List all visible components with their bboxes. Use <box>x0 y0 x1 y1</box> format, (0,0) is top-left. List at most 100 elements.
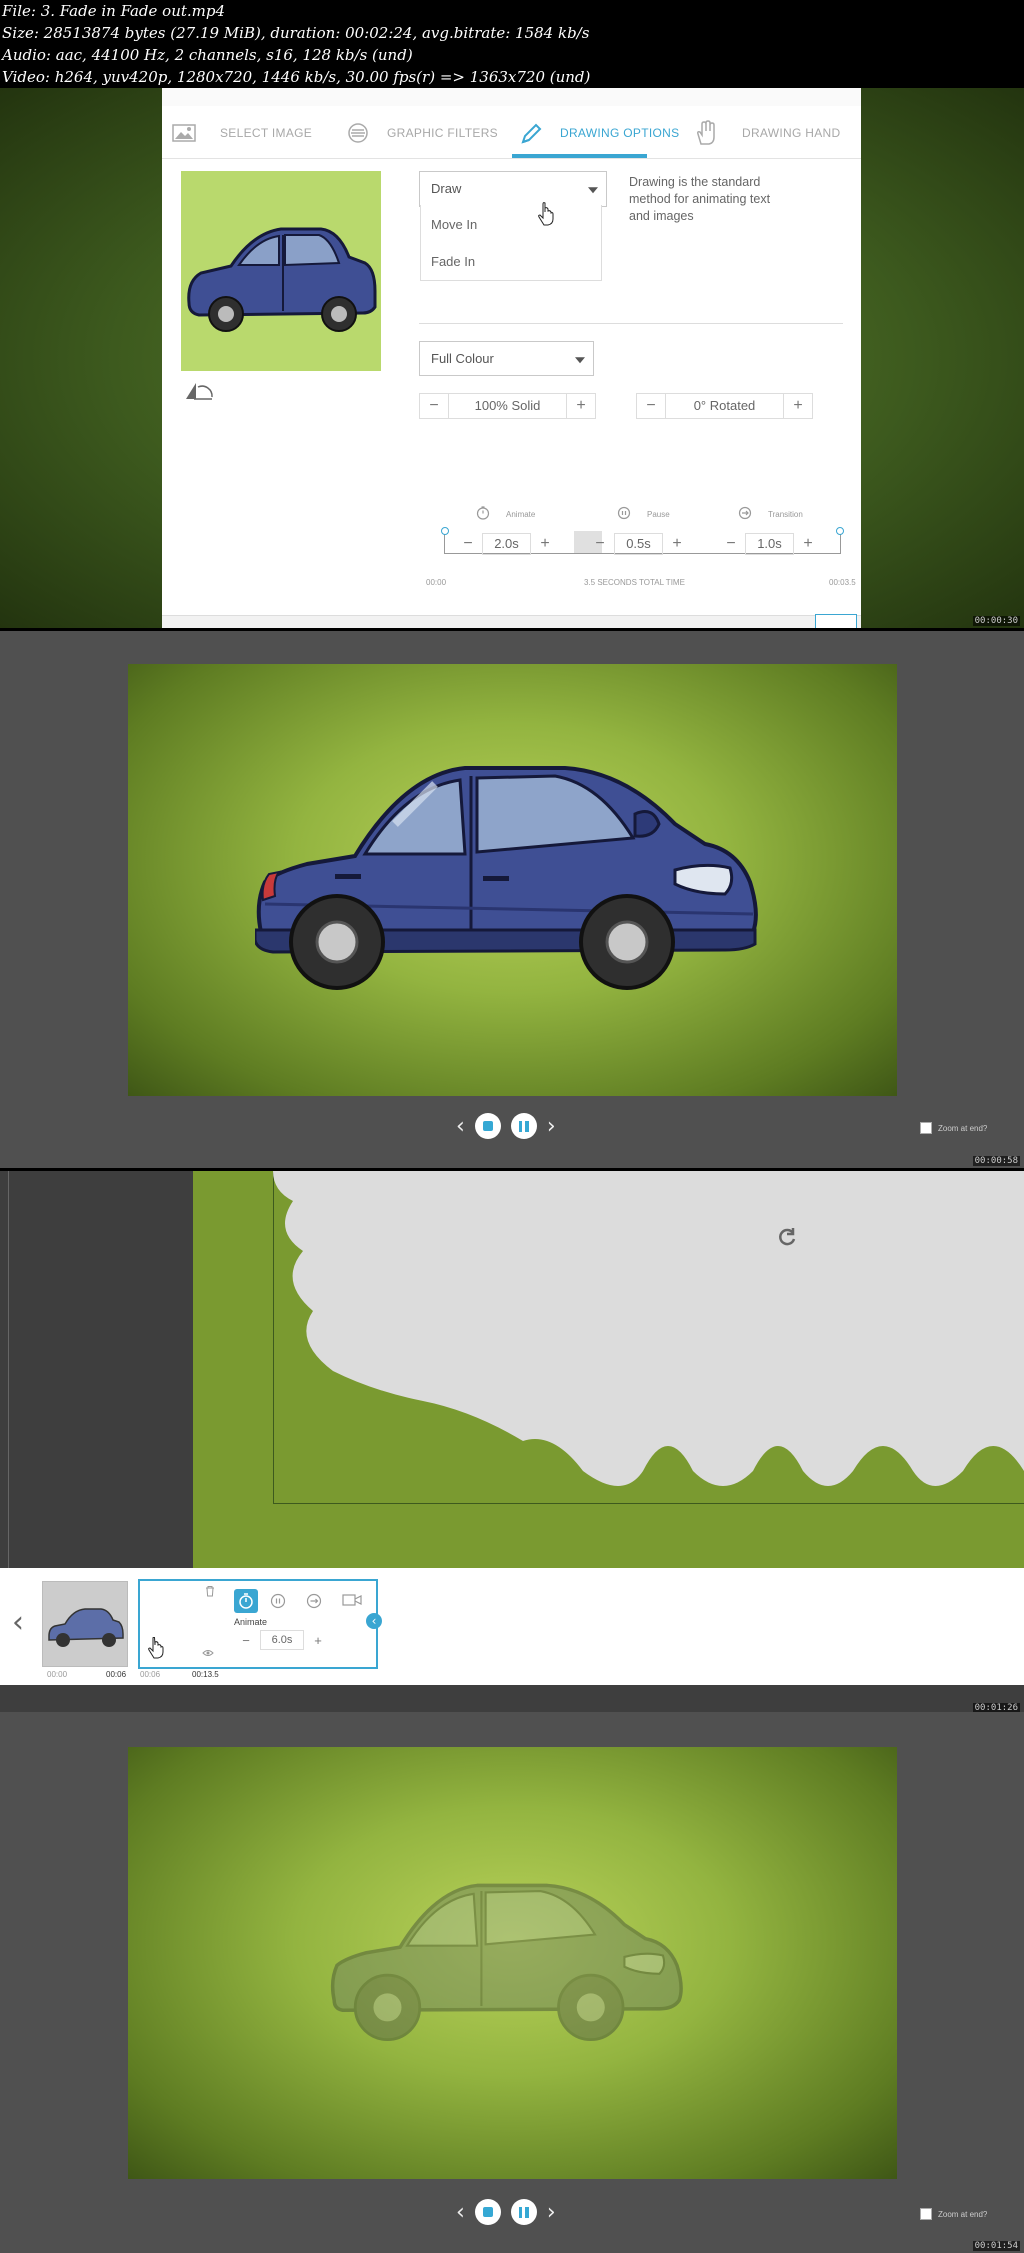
pause-value[interactable]: 0.5s <box>614 533 663 555</box>
tab-label: SELECT IMAGE <box>220 126 313 140</box>
stop-button[interactable] <box>474 2199 501 2225</box>
plus-icon[interactable]: + <box>784 397 812 415</box>
zoom-toggle[interactable]: Zoom at end? <box>920 2208 987 2220</box>
scene-thumbnail[interactable] <box>42 1581 128 1667</box>
plus-icon[interactable]: + <box>567 397 595 415</box>
drawing-mode-select[interactable]: Draw <box>419 171 607 207</box>
pause-icon <box>518 2206 529 2218</box>
preview-stage <box>128 664 897 1096</box>
plus-icon[interactable]: + <box>304 1633 332 1648</box>
panel-footer <box>162 615 861 628</box>
vertical-ruler <box>0 1171 9 1571</box>
frame-drawing-options: SELECT IMAGE GRAPHIC FILTERS DRAWING OPT… <box>0 88 1024 628</box>
confirm-button[interactable] <box>815 614 857 628</box>
colour-mode-select[interactable]: Full Colour <box>419 341 594 376</box>
canvas-scene <box>193 1171 1024 1571</box>
playback-controls: ‹ › <box>456 1113 556 1139</box>
chevron-right-icon[interactable]: › <box>547 2200 556 2225</box>
chevron-down-icon <box>575 356 585 363</box>
minus-icon[interactable]: − <box>420 397 448 415</box>
animate-duration-stepper[interactable]: − 6.0s + <box>232 1630 332 1650</box>
rotation-stepper[interactable]: − 0° Rotated + <box>636 393 813 419</box>
scene-end-time: 00:13.5 <box>192 1670 219 1679</box>
stop-icon <box>482 2207 493 2217</box>
tab-label: GRAPHIC FILTERS <box>387 126 498 140</box>
transition-icon[interactable] <box>306 1593 322 1609</box>
tab-graphic-filters[interactable]: GRAPHIC FILTERS <box>347 108 498 158</box>
option-fade-in[interactable]: Fade In <box>431 254 475 269</box>
transition-stepper[interactable]: − 1.0s + <box>717 533 822 555</box>
rotation-value[interactable]: 0° Rotated <box>665 394 784 418</box>
filters-icon <box>348 123 368 143</box>
animate-mode-button[interactable] <box>234 1589 258 1613</box>
tab-drawing-hand[interactable]: DRAWING HAND <box>694 108 841 158</box>
zoom-checkbox[interactable] <box>920 2208 932 2220</box>
select-value: Draw <box>431 181 462 196</box>
start-handle[interactable] <box>441 527 449 535</box>
eye-icon[interactable] <box>202 1649 214 1657</box>
minus-icon[interactable]: − <box>717 535 745 553</box>
pause-button[interactable] <box>510 1113 537 1139</box>
time-start: 00:00 <box>426 578 447 587</box>
chevron-left-icon[interactable]: ‹ <box>456 2200 465 2225</box>
car-image <box>48 1608 124 1647</box>
chevron-down-icon <box>588 187 598 194</box>
total-time: 3.5 SECONDS TOTAL TIME <box>584 578 685 587</box>
animate-value[interactable]: 2.0s <box>482 533 531 555</box>
drawing-mode-menu: Move In Fade In <box>420 205 602 281</box>
opacity-value[interactable]: 100% Solid <box>448 394 567 418</box>
minus-icon[interactable]: − <box>586 535 614 553</box>
animate-stepper[interactable]: − 2.0s + <box>454 533 559 555</box>
chevron-right-icon[interactable]: › <box>547 1114 556 1139</box>
thumb-end-time: 00:06 <box>106 1670 127 1679</box>
crop-icon[interactable] <box>184 381 214 401</box>
pause-stepper[interactable]: − 0.5s + <box>586 533 691 555</box>
selected-scene-card[interactable]: Animate − 6.0s + ‹ <box>138 1579 382 1669</box>
transition-value[interactable]: 1.0s <box>745 533 794 555</box>
zoom-checkbox[interactable] <box>920 1122 932 1134</box>
hand-icon <box>697 120 715 145</box>
video-timestamp: 00:00:30 <box>972 616 1020 626</box>
tab-label: DRAWING OPTIONS <box>560 126 680 140</box>
file-name-line: File: 3. Fade in Fade out.mp4 <box>2 2 226 20</box>
animate-duration-value[interactable]: 6.0s <box>260 1630 304 1650</box>
tab-select-image[interactable]: SELECT IMAGE <box>172 108 312 158</box>
plus-icon[interactable]: + <box>794 535 822 553</box>
chevron-left-icon[interactable]: ‹ <box>456 1114 465 1139</box>
image-preview <box>181 171 381 371</box>
zoom-label: Zoom at end? <box>938 1123 988 1133</box>
chevron-left-icon[interactable]: ‹ <box>12 1605 24 1640</box>
stop-button[interactable] <box>474 1113 501 1139</box>
select-value: Full Colour <box>431 351 494 366</box>
pause-label: Pause <box>647 510 670 519</box>
collapse-button[interactable]: ‹ <box>366 1613 382 1629</box>
video-timestamp: 00:00:58 <box>972 1156 1020 1166</box>
car-image <box>187 227 377 332</box>
plus-icon[interactable]: + <box>531 535 559 553</box>
minus-icon[interactable]: − <box>637 397 665 415</box>
paper-cloud-shape <box>273 1171 1024 1486</box>
tab-drawing-options[interactable]: DRAWING OPTIONS <box>520 108 679 158</box>
option-move-in[interactable]: Move In <box>431 217 477 232</box>
zoom-toggle[interactable]: Zoom at end? <box>920 1122 987 1134</box>
minus-icon[interactable]: − <box>232 1633 260 1648</box>
animate-label: Animate <box>506 510 536 519</box>
pause-button[interactable] <box>510 2199 537 2225</box>
playback-controls: ‹ › <box>456 2199 556 2225</box>
pause-icon <box>617 506 631 520</box>
transition-label: Transition <box>768 510 803 519</box>
trash-icon[interactable] <box>204 1585 216 1597</box>
frame-preview-car: ‹ › Zoom at end? 00:00:58 <box>0 631 1024 1168</box>
car-image <box>255 766 758 990</box>
opacity-stepper[interactable]: − 100% Solid + <box>419 393 596 419</box>
camera-icon[interactable] <box>342 1591 362 1609</box>
end-handle[interactable] <box>836 527 844 535</box>
thumb-start-time: 00:00 <box>47 1670 68 1679</box>
image-icon <box>172 124 196 142</box>
car-image-faded <box>330 1883 683 2042</box>
pause-icon[interactable] <box>270 1593 286 1609</box>
scene-timeline: ‹ 00:00 00:06 Animate − 6.0s + ‹ 00:06 0… <box>0 1571 1024 1685</box>
panel-title-bar <box>162 88 861 106</box>
minus-icon[interactable]: − <box>454 535 482 553</box>
plus-icon[interactable]: + <box>663 535 691 553</box>
